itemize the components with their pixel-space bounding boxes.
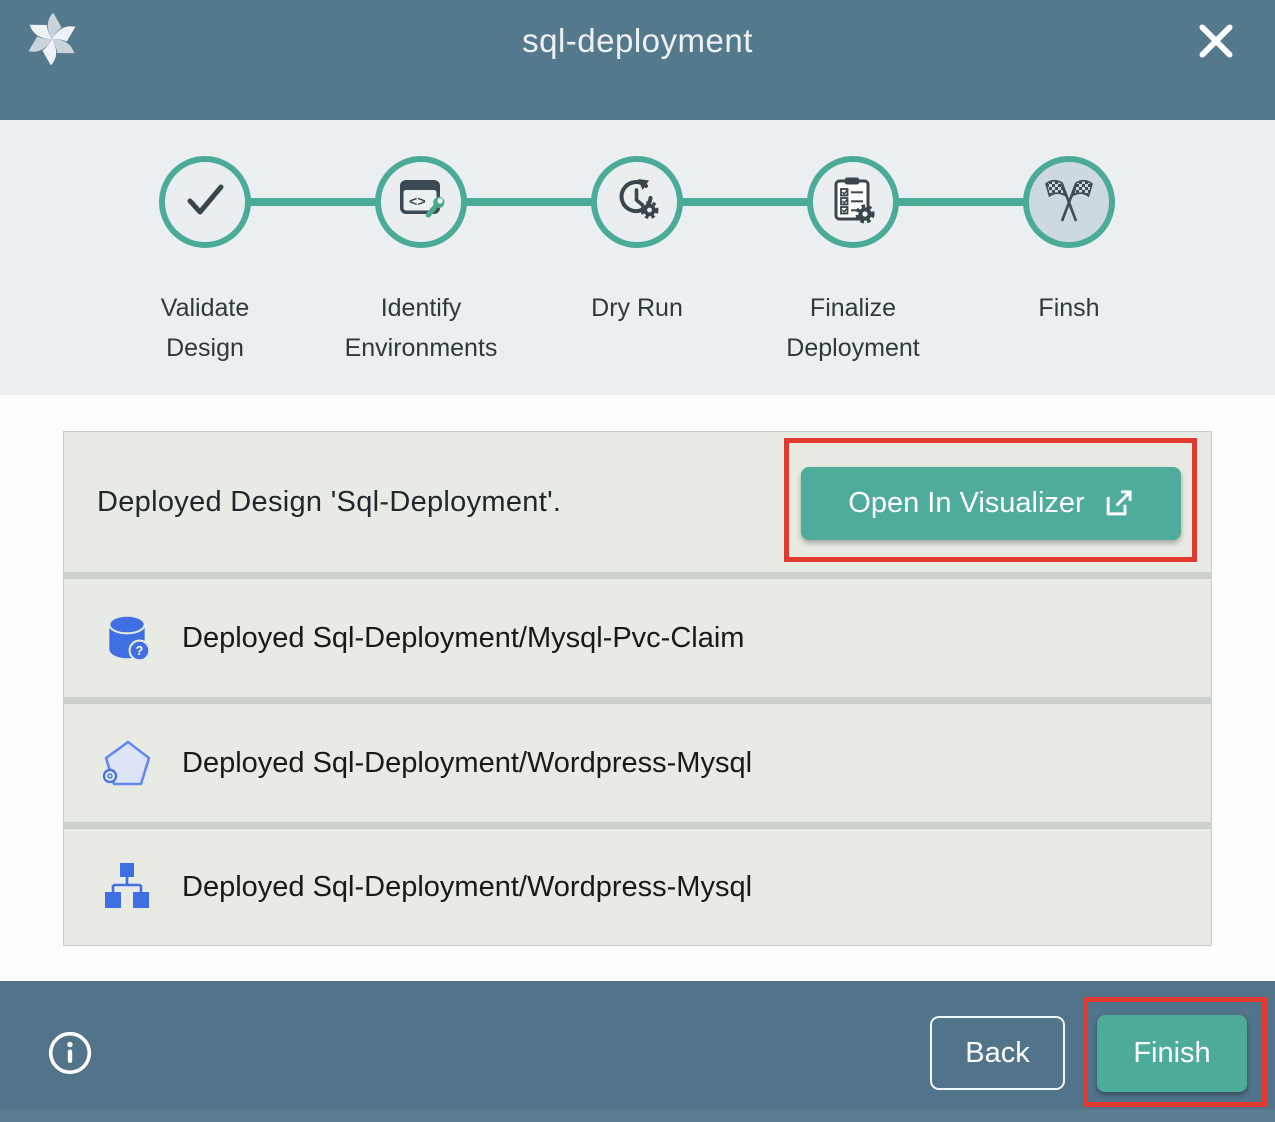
step-circle-identify: <>: [375, 156, 467, 248]
wizard-stepper: Validate Design <>: [0, 120, 1275, 395]
dialog-footer: Back Finish: [0, 981, 1275, 1122]
step-circle-finalize: [807, 156, 899, 248]
back-button[interactable]: Back: [930, 1016, 1065, 1090]
list-item-wordpress-mysql-2: Deployed Sql-Deployment/Wordpress-Mysql: [63, 828, 1212, 946]
deployment-results-list: Deployed Design 'Sql-Deployment'. Open I…: [63, 431, 1212, 946]
step-label: Validate Design: [125, 288, 285, 368]
database-icon: ?: [98, 611, 156, 665]
sync-gear-icon: [613, 177, 661, 228]
list-item-wordpress-mysql-1: Deployed Sql-Deployment/Wordpress-Mysql: [63, 703, 1212, 823]
step-label: Dry Run: [591, 288, 683, 328]
open-in-visualizer-label: Open In Visualizer: [848, 487, 1084, 520]
step-label: Identify Environments: [341, 288, 501, 368]
step-validate-design: Validate Design: [97, 120, 313, 368]
deployed-design-text: Deployed Design 'Sql-Deployment'.: [64, 486, 561, 519]
step-circle-validate: [159, 156, 251, 248]
external-link-icon: [1103, 488, 1134, 519]
step-label: Finalize Deployment: [773, 288, 933, 368]
step-circle-dry-run: [591, 156, 683, 248]
close-icon[interactable]: [1195, 20, 1237, 62]
svg-text:<>: <>: [409, 195, 426, 211]
svg-text:?: ?: [136, 644, 144, 658]
step-finish: Finsh: [961, 120, 1177, 368]
summary-row: Deployed Design 'Sql-Deployment'. Open I…: [63, 431, 1212, 573]
finish-button[interactable]: Finish: [1097, 1015, 1247, 1092]
step-circle-finish: [1023, 156, 1115, 248]
step-dry-run: Dry Run: [529, 120, 745, 368]
list-item-text: Deployed Sql-Deployment/Mysql-Pvc-Claim: [182, 622, 744, 655]
step-identify-environments: <> Identify Environments: [313, 120, 529, 368]
dialog-title: sql-deployment: [0, 22, 1275, 60]
deployment-wizard-dialog: sql-deployment Validate Design: [0, 0, 1275, 1122]
checkered-flags-icon: [1043, 175, 1095, 230]
step-finalize-deployment: Finalize Deployment: [745, 120, 961, 368]
dialog-header: sql-deployment: [0, 0, 1275, 120]
code-window-wrench-icon: <>: [397, 177, 445, 228]
check-icon: [182, 177, 228, 228]
footer-bottom-strip: [0, 1109, 1275, 1122]
step-label: Finsh: [1038, 288, 1099, 328]
list-item-mysql-pvc-claim: ? Deployed Sql-Deployment/Mysql-Pvc-Clai…: [63, 578, 1212, 698]
clipboard-gear-icon: [830, 176, 876, 229]
pentagon-icon: [98, 735, 156, 791]
list-item-text: Deployed Sql-Deployment/Wordpress-Mysql: [182, 871, 752, 904]
list-item-text: Deployed Sql-Deployment/Wordpress-Mysql: [182, 747, 752, 780]
open-in-visualizer-button[interactable]: Open In Visualizer: [801, 467, 1181, 540]
info-icon[interactable]: [47, 1030, 93, 1076]
hierarchy-icon: [98, 861, 156, 913]
